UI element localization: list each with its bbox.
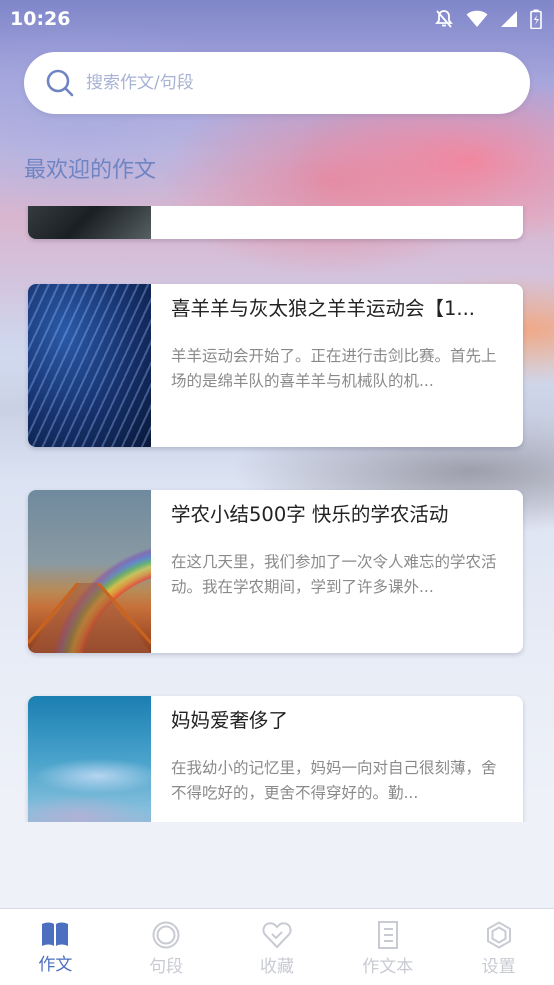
tab-label: 收藏	[259, 957, 294, 977]
article-card[interactable]: 喜羊羊与灰太狼之羊羊运动会【1... 羊羊运动会开始了。正在进行击剑比赛。首先上…	[28, 284, 523, 447]
tab-paragraph[interactable]: 句段	[111, 909, 222, 985]
notebook-icon	[377, 921, 398, 949]
signal-icon	[501, 11, 517, 27]
book-icon	[42, 922, 69, 946]
notifications-off-icon	[435, 10, 453, 28]
status-time: 10:26	[10, 8, 71, 30]
article-title: 学农小结500字 快乐的学农活动	[171, 503, 449, 526]
status-bar: 10:26	[0, 0, 554, 38]
article-thumbnail	[28, 206, 151, 239]
article-title: 喜羊羊与灰太狼之羊羊运动会【1...	[171, 297, 476, 320]
article-title: 妈妈爱奢侈了	[171, 709, 289, 732]
article-excerpt: 羊羊运动会开始了。正在进行击剑比赛。首先上场的是绵羊队的喜羊羊与机械队的机...	[171, 347, 497, 390]
article-card[interactable]: 妈妈爱奢侈了 在我幼小的记忆里，妈妈一向对自己很刻薄，舍不得吃好的，更舍不得穿好…	[28, 696, 523, 822]
blue-sky-image	[28, 696, 151, 822]
article-list[interactable]: 喜羊羊与灰太狼之羊羊运动会【1... 羊羊运动会开始了。正在进行击剑比赛。首先上…	[0, 206, 554, 822]
article-card[interactable]: 学农小结500字 快乐的学农活动 在这几天里，我们参加了一次令人难忘的学农活动。…	[28, 490, 523, 653]
tab-notebook[interactable]: 作文本	[332, 909, 443, 985]
tab-settings[interactable]: 设置	[443, 909, 554, 985]
search-icon	[46, 69, 74, 97]
tab-essay[interactable]: 作文	[0, 909, 111, 985]
section-title: 最欢迎的作文	[24, 158, 157, 183]
search-input[interactable]	[86, 73, 486, 93]
tab-label: 句段	[149, 957, 184, 977]
tab-favorites[interactable]: 收藏	[222, 909, 333, 985]
article-excerpt: 在我幼小的记忆里，妈妈一向对自己很刻薄，舍不得吃好的，更舍不得穿好的。勤...	[171, 759, 497, 802]
rainbow-boardwalk-image	[28, 490, 151, 653]
wifi-icon	[466, 10, 488, 28]
heart-icon	[262, 922, 292, 949]
tab-label: 设置	[481, 957, 516, 977]
status-icons	[434, 9, 542, 29]
hexagon-icon	[486, 921, 511, 949]
search-bar[interactable]	[24, 52, 530, 114]
article-card-partial[interactable]	[28, 206, 523, 239]
boardwalk-rail	[28, 583, 151, 653]
tab-label: 作文本	[362, 957, 414, 977]
bottom-tab-bar: 作文 句段 收藏 作文本 设置	[0, 908, 554, 985]
tab-label: 作文	[38, 955, 73, 975]
battery-icon	[530, 9, 542, 29]
circle-icon	[152, 921, 180, 949]
article-excerpt: 在这几天里，我们参加了一次令人难忘的学农活动。我在学农期间，学到了许多课外...	[171, 553, 497, 596]
starry-water-image	[28, 284, 151, 447]
